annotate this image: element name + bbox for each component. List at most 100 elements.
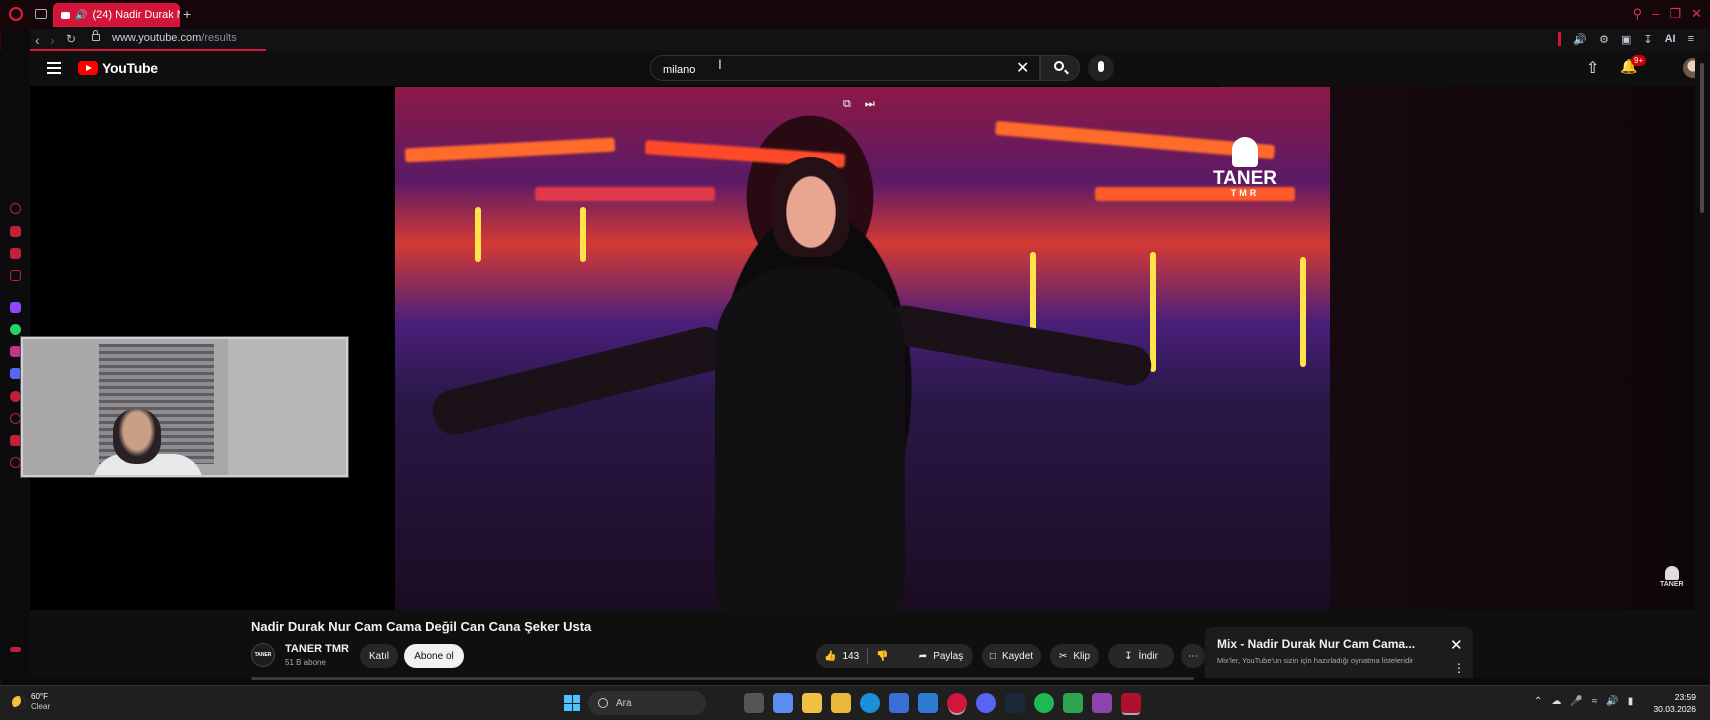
settings-icon[interactable] (10, 457, 21, 468)
divider (867, 648, 869, 664)
lock-icon[interactable] (92, 30, 100, 41)
copilot-icon[interactable] (773, 693, 793, 713)
description-box-edge[interactable] (251, 677, 1194, 680)
more-actions-icon[interactable]: ⋯ (1181, 644, 1205, 668)
discord-taskbar-icon[interactable] (976, 693, 996, 713)
chat-icon[interactable] (10, 248, 21, 259)
restore-icon[interactable]: ❐ (1669, 6, 1681, 22)
like-icon[interactable]: 👍 (824, 651, 836, 662)
extensions-icon[interactable]: ⚙ (1599, 33, 1609, 46)
channel-avatar[interactable]: TANER (251, 643, 275, 667)
microphone-icon[interactable]: 🎤 (1570, 696, 1582, 707)
taskbar-search-label: Ara (616, 697, 632, 709)
upload-icon[interactable]: ⇧ (1586, 58, 1599, 78)
file-explorer-icon[interactable] (802, 693, 822, 713)
task-view-icon[interactable] (744, 693, 764, 713)
app-green-icon[interactable] (1063, 693, 1083, 713)
search-box: ✕ (650, 55, 1040, 81)
moon-icon (12, 695, 25, 709)
channel-name[interactable]: TANER TMR (285, 643, 349, 655)
video-player[interactable]: TANER TMR (395, 87, 1330, 610)
clock-icon[interactable] (10, 413, 21, 424)
download-arrow-icon: ↧ (1124, 650, 1133, 662)
history-icon[interactable] (10, 203, 21, 214)
twitch-icon[interactable] (10, 302, 21, 313)
mix-title[interactable]: Mix - Nadir Durak Nur Cam Cama... (1217, 637, 1415, 651)
cloud-icon[interactable]: ☁ (1551, 696, 1561, 707)
discord-icon[interactable] (10, 368, 21, 379)
pinboard-icon[interactable] (10, 435, 21, 446)
app-m-icon[interactable] (831, 693, 851, 713)
new-tab-icon[interactable]: + (183, 6, 191, 22)
back-icon[interactable]: ‹ (35, 32, 40, 48)
scrollbar-thumb[interactable] (1700, 63, 1704, 213)
weather-condition: Clear (31, 702, 51, 711)
clear-search-icon[interactable]: ✕ (1016, 58, 1029, 78)
browser-tab-bar: 🔊 (24) Nadir Durak Nur C + ⚲ – ❐ ✕ (0, 0, 1710, 30)
miniplayer-icon[interactable]: ⧉ (843, 98, 851, 111)
winrar-icon[interactable] (1092, 693, 1112, 713)
address-bar: ‹ › ↻ www.youtube.com/results 🔊 ⚙ ▣ ↧ AI… (30, 29, 1710, 51)
close-icon[interactable]: ✕ (1450, 636, 1463, 654)
subscriber-count: 51 B abone (285, 658, 326, 667)
wallet-icon[interactable]: ▣ (1621, 33, 1631, 46)
ai-button[interactable]: AI (1665, 33, 1676, 45)
obs-icon[interactable] (1121, 693, 1141, 713)
wifi-icon[interactable]: ≈ (1592, 696, 1598, 707)
page-scrollbar[interactable] (1695, 51, 1710, 678)
speaker-icon[interactable]: 🔊 (75, 10, 87, 21)
weather-widget[interactable]: 60°F Clear (12, 692, 50, 712)
opera-logo-icon[interactable] (9, 7, 23, 21)
tab-switcher-icon[interactable] (35, 9, 47, 19)
share-button[interactable]: ➦ Paylaş (909, 644, 973, 668)
save-button[interactable]: □ Kaydet (982, 644, 1041, 668)
corner-channel-logo[interactable]: TANER (1660, 566, 1684, 588)
download-icon[interactable]: ↧ (1643, 33, 1652, 46)
dislike-icon[interactable]: 👎 (876, 651, 888, 662)
clip-button[interactable]: ✂ Klip (1050, 644, 1099, 668)
reload-icon[interactable]: ↻ (66, 32, 76, 46)
sidebar-more-icon[interactable] (10, 647, 21, 652)
video-overlay-controls: ⧉ ⏭ (843, 98, 875, 111)
forward-icon[interactable]: › (50, 32, 55, 48)
taskbar-clock[interactable]: 23:59 30.03.2026 (1650, 691, 1696, 715)
download-button[interactable]: ↧ İndir (1108, 644, 1174, 668)
bookmark-icon: □ (989, 650, 996, 662)
close-window-icon[interactable]: ✕ (1691, 6, 1702, 22)
search-button[interactable] (1040, 55, 1080, 81)
volume-icon[interactable]: 🔊 (1606, 696, 1618, 707)
menu-icon[interactable]: ≡ (1688, 33, 1694, 45)
video-title: Nadir Durak Nur Cam Cama Değil Can Cana … (251, 619, 592, 634)
steam-icon[interactable] (1005, 693, 1025, 713)
minimize-icon[interactable]: – (1652, 6, 1659, 22)
opera-taskbar-icon[interactable] (947, 693, 967, 713)
player-icon[interactable] (10, 270, 21, 281)
windows-start-icon[interactable] (564, 695, 580, 711)
search-tabs-icon[interactable]: ⚲ (1633, 6, 1643, 22)
search-input[interactable] (661, 60, 965, 80)
show-hidden-icons-icon[interactable]: ⌃ (1534, 696, 1542, 707)
audio-icon[interactable]: 🔊 (1573, 33, 1587, 46)
browser-tab-youtube[interactable]: 🔊 (24) Nadir Durak Nur C (53, 3, 180, 27)
whatsapp-icon[interactable] (10, 324, 21, 335)
battery-icon[interactable]: ▮ (1628, 696, 1634, 707)
sidebar-app-icon[interactable] (10, 391, 21, 402)
instagram-icon[interactable] (10, 346, 21, 357)
store-icon[interactable] (889, 693, 909, 713)
next-video-icon[interactable]: ⏭ (865, 98, 875, 111)
voice-search-icon[interactable] (1088, 55, 1114, 81)
spotify-icon[interactable] (1034, 693, 1054, 713)
watermark-subtext: TMR (1230, 188, 1260, 198)
bag-icon[interactable] (10, 226, 21, 237)
more-vert-icon[interactable]: ⋮ (1453, 661, 1465, 675)
edge-icon[interactable] (860, 693, 880, 713)
subscribe-button[interactable]: Abone ol (404, 644, 464, 668)
join-button[interactable]: Katıl (360, 644, 398, 668)
taskbar-search[interactable]: Ara (588, 691, 706, 715)
youtube-logo[interactable]: YouTube (78, 60, 158, 76)
mail-icon[interactable] (918, 693, 938, 713)
guide-menu-icon[interactable] (47, 62, 61, 74)
mix-playlist-card[interactable]: Mix - Nadir Durak Nur Cam Cama... Mix'le… (1205, 627, 1473, 678)
like-count[interactable]: 143 (842, 651, 859, 662)
url-field[interactable]: www.youtube.com/results (112, 32, 237, 44)
